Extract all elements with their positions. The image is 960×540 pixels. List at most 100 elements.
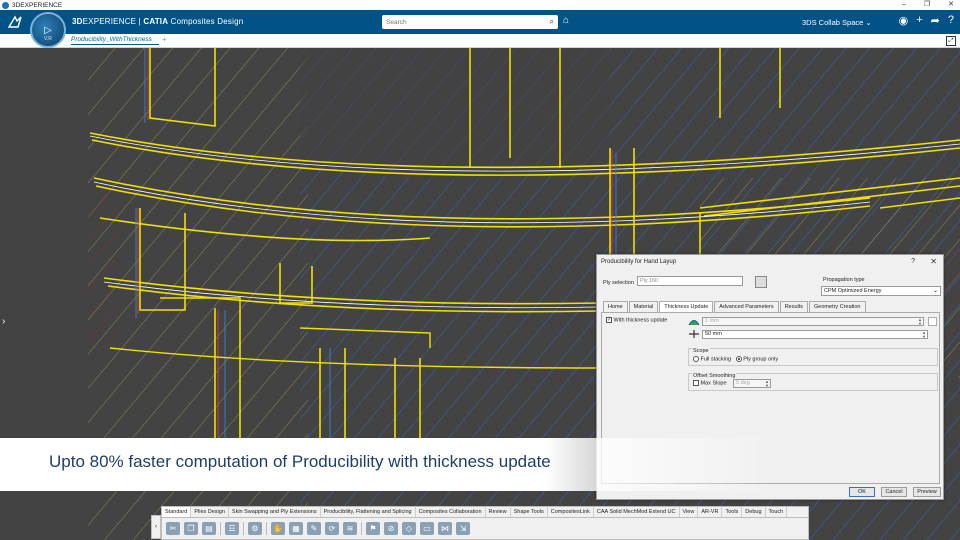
tab-thickness-update[interactable]: Thickness Update <box>659 301 714 312</box>
full-stacking-radio[interactable] <box>693 356 699 362</box>
document-tab-strip: Producibility_WithThickness + ⤢ <box>0 34 960 48</box>
action-tab-shape-tools[interactable]: Shape Tools <box>511 507 548 517</box>
user-icon[interactable]: ◉ <box>899 14 909 27</box>
caption-text: Upto 80% faster computation of Producibi… <box>49 452 551 471</box>
action-tab-standard[interactable]: Standard <box>162 507 192 517</box>
list-icon[interactable]: ☰ <box>225 522 239 535</box>
dialog-help-button[interactable]: ? <box>911 258 915 265</box>
tab-material[interactable]: Material <box>628 301 659 312</box>
window-controls: – ❐ ✕ <box>902 0 954 10</box>
thickness-value: 1 mm <box>705 318 719 324</box>
thickness-field[interactable]: 1 mm ▲ ▼ <box>702 317 924 326</box>
action-tab-composites-collaboration[interactable]: Composites Collaboration <box>416 507 486 517</box>
chevron-down-icon: ⌄ <box>932 288 938 294</box>
layer-icon[interactable]: ▦ <box>289 522 303 535</box>
action-bar-icons: ✂ ❐ ▤ ☰ ⚙ ✋ ▦ ✎ ⟳ ≋ ⚑ ⊘ ◇ ▭ ⋈ ⇲ <box>162 518 808 539</box>
action-tab-view[interactable]: View <box>680 507 699 517</box>
scope-group: Scope Full stacking Ply group only <box>688 348 938 366</box>
toolbar-separator <box>266 522 267 535</box>
collab-space-selector[interactable]: 3DS Collab Space ⌄ <box>802 18 872 27</box>
expand-icon[interactable]: ⤢ <box>946 36 956 46</box>
paste-icon[interactable]: ▤ <box>202 522 216 535</box>
ply-selection-picker-button[interactable] <box>755 276 767 288</box>
ok-button[interactable]: OK <box>849 487 875 497</box>
sketch-icon[interactable]: ✎ <box>307 522 321 535</box>
propagation-type-label: Propagation type <box>823 277 865 283</box>
action-tab-ar-vr[interactable]: AR-VR <box>698 507 723 517</box>
tab-advanced-parameters[interactable]: Advanced Parameters <box>714 301 779 312</box>
tab-home[interactable]: Home <box>603 301 628 312</box>
action-tab-plies-design[interactable]: Plies Design <box>191 507 229 517</box>
scope-label: Scope <box>692 348 710 354</box>
fiber-icon[interactable]: ⚑ <box>366 522 380 535</box>
ply-icon[interactable]: ◇ <box>402 522 416 535</box>
offset-smoothing-group: Offset Smoothing Max Slope 5 deg ▲ ▼ <box>688 373 938 391</box>
cancel-button[interactable]: Cancel <box>881 487 907 497</box>
caption-banner: Upto 80% faster computation of Producibi… <box>0 438 780 491</box>
max-slope-checkbox[interactable] <box>693 380 699 386</box>
action-tab-producibility[interactable]: Producibility, Flattening and Splicing <box>321 507 416 517</box>
ply-selection-field[interactable]: Ply.160 <box>637 276 743 286</box>
action-tab-skin-swapping[interactable]: Skin Swapping and Ply Extensions <box>229 507 321 517</box>
spiral-icon[interactable]: ⟳ <box>325 522 339 535</box>
close-window-button[interactable]: ✕ <box>948 0 954 10</box>
copy-icon[interactable]: ❐ <box>184 522 198 535</box>
ply-group-only-radio[interactable] <box>735 356 742 362</box>
minimize-button[interactable]: – <box>902 0 906 10</box>
propagation-type-value: CPM Optimized Energy <box>824 288 882 294</box>
compass-widget[interactable]: ▷ V.R <box>30 12 66 48</box>
tab-geometry-creation[interactable]: Geometry Creation <box>809 301 866 312</box>
with-thickness-checkbox[interactable]: ✓ <box>606 317 612 323</box>
settings-icon[interactable]: ⚙ <box>248 522 262 535</box>
cut-icon[interactable]: ✂ <box>166 522 180 535</box>
action-tab-debug[interactable]: Debug <box>742 507 766 517</box>
max-slope-label: Max Slope <box>700 380 727 387</box>
splice-icon[interactable]: ⋈ <box>438 522 452 535</box>
side-panel-arrow-icon[interactable]: › <box>2 316 5 327</box>
stack-icon[interactable]: ≋ <box>343 522 357 535</box>
tag-icon[interactable]: ⌂ <box>563 15 569 26</box>
action-bar-collapse-icon[interactable]: ‹ <box>151 515 161 539</box>
tab-results[interactable]: Results <box>779 301 809 312</box>
scope-options: Full stacking Ply group only <box>693 356 778 362</box>
distance-spinner[interactable]: ▲ ▼ <box>922 331 926 339</box>
with-thickness-row: ✓ With thickness update <box>606 317 667 323</box>
search-box[interactable]: ⌕ <box>382 15 558 29</box>
search-input[interactable] <box>382 16 537 28</box>
hand-icon[interactable]: ✋ <box>271 522 285 535</box>
app-icon <box>2 1 9 9</box>
action-tab-compositeslink[interactable]: CompositesLink <box>548 507 594 517</box>
action-tab-tools[interactable]: Tools <box>722 507 743 517</box>
thickness-lock-button[interactable] <box>928 317 937 326</box>
maximize-button[interactable]: ❐ <box>924 0 930 10</box>
flatten-icon[interactable]: ▭ <box>420 522 434 535</box>
ply-group-only-label: Ply group only <box>743 356 779 363</box>
dialog-close-button[interactable]: ✕ <box>930 257 937 266</box>
document-tab[interactable]: Producibility_WithThickness <box>71 36 159 45</box>
action-tab-review[interactable]: Review <box>486 507 511 517</box>
dialog-title: Producibility for Hand Layup <box>601 259 677 265</box>
action-tab-caa-solid[interactable]: CAA Solid MechMod Extend UC <box>594 507 680 517</box>
max-slope-spinner[interactable]: ▲ ▼ <box>765 380 769 388</box>
action-tab-touch[interactable]: Touch <box>766 507 788 517</box>
max-slope-field[interactable]: 5 deg ▲ ▼ <box>733 379 771 388</box>
brand-title: 3DEXPERIENCE | CATIA Composites Design <box>72 17 244 26</box>
ds-logo-icon[interactable] <box>4 11 26 33</box>
cancel-fiber-icon[interactable]: ⊘ <box>384 522 398 535</box>
header-icons: ◉ + ➦ ? <box>899 14 954 27</box>
propagation-type-select[interactable]: CPM Optimized Energy ⌄ <box>821 286 941 296</box>
add-icon[interactable]: + <box>916 14 922 27</box>
search-icon[interactable]: ⌕ <box>550 17 554 27</box>
export-icon[interactable]: ⇲ <box>456 522 470 535</box>
add-tab-button[interactable]: + <box>162 35 167 44</box>
share-icon[interactable]: ➦ <box>931 14 940 27</box>
thickness-spinner[interactable]: ▲ ▼ <box>918 318 922 326</box>
offset-smoothing-label: Offset Smoothing <box>692 373 737 379</box>
action-bar-tabs: Standard Plies Design Skin Swapping and … <box>162 507 808 518</box>
distance-value: 50 mm <box>705 331 722 337</box>
preview-button[interactable]: Preview <box>913 487 941 497</box>
help-icon[interactable]: ? <box>948 14 954 27</box>
max-slope-value: 5 deg <box>736 380 750 386</box>
distance-field[interactable]: 50 mm ▲ ▼ <box>702 330 928 339</box>
action-bar: Standard Plies Design Skin Swapping and … <box>161 506 809 540</box>
